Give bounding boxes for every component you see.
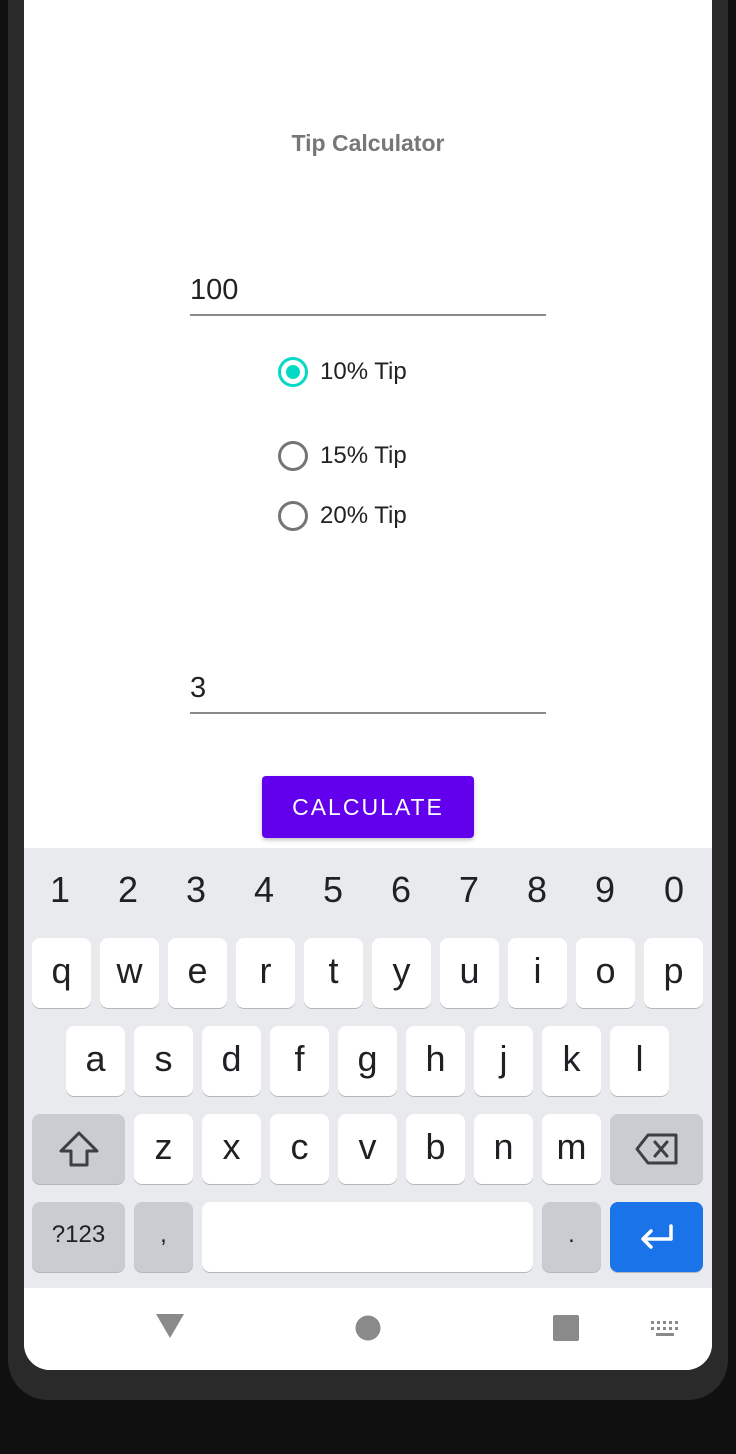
symbols-key[interactable]: ?123: [32, 1202, 125, 1272]
key-t[interactable]: t: [304, 938, 363, 1008]
key-q[interactable]: q: [32, 938, 91, 1008]
key-z[interactable]: z: [134, 1114, 193, 1184]
key-6[interactable]: 6: [367, 848, 435, 932]
radio-checked-icon[interactable]: [278, 357, 308, 387]
radio-unchecked-icon[interactable]: [278, 501, 308, 531]
app-screen: Tip Calculator 10% Tip 15% Tip 20% Tip C…: [24, 0, 712, 1370]
shift-key[interactable]: [32, 1114, 125, 1184]
key-i[interactable]: i: [508, 938, 567, 1008]
key-l[interactable]: l: [610, 1026, 669, 1096]
key-4[interactable]: 4: [230, 848, 298, 932]
people-count-field[interactable]: [190, 666, 546, 714]
enter-key[interactable]: [610, 1202, 703, 1272]
soft-keyboard: 1 2 3 4 5 6 7 8 9 0 q w e r t y u i o p …: [24, 848, 712, 1288]
key-9[interactable]: 9: [571, 848, 639, 932]
key-u[interactable]: u: [440, 938, 499, 1008]
people-count-input[interactable]: [190, 666, 546, 710]
key-3[interactable]: 3: [162, 848, 230, 932]
backspace-key[interactable]: [610, 1114, 703, 1184]
space-key[interactable]: [202, 1202, 533, 1272]
key-n[interactable]: n: [474, 1114, 533, 1184]
app-title: Tip Calculator: [291, 130, 445, 156]
key-o[interactable]: o: [576, 938, 635, 1008]
key-5[interactable]: 5: [299, 848, 367, 932]
key-s[interactable]: s: [134, 1026, 193, 1096]
key-b[interactable]: b: [406, 1114, 465, 1184]
comma-key[interactable]: ,: [134, 1202, 193, 1272]
tip-option-label: 20% Tip: [320, 502, 407, 529]
key-x[interactable]: x: [202, 1114, 261, 1184]
shift-icon: [59, 1131, 98, 1167]
period-key[interactable]: .: [542, 1202, 601, 1272]
key-h[interactable]: h: [406, 1026, 465, 1096]
key-d[interactable]: d: [202, 1026, 261, 1096]
key-8[interactable]: 8: [503, 848, 571, 932]
key-2[interactable]: 2: [94, 848, 162, 932]
back-triangle-icon[interactable]: [154, 1312, 186, 1340]
calculate-button[interactable]: CALCULATE: [262, 776, 474, 838]
key-7[interactable]: 7: [435, 848, 503, 932]
tip-option-label: 15% Tip: [320, 442, 407, 469]
key-c[interactable]: c: [270, 1114, 329, 1184]
tip-option-10[interactable]: 10% Tip: [278, 352, 407, 392]
radio-unchecked-icon[interactable]: [278, 441, 308, 471]
key-r[interactable]: r: [236, 938, 295, 1008]
tip-option-label: 10% Tip: [320, 358, 407, 385]
key-0[interactable]: 0: [640, 848, 708, 932]
key-k[interactable]: k: [542, 1026, 601, 1096]
backspace-icon: [635, 1133, 677, 1165]
key-e[interactable]: e: [168, 938, 227, 1008]
key-p[interactable]: p: [644, 938, 703, 1008]
key-y[interactable]: y: [372, 938, 431, 1008]
key-w[interactable]: w: [100, 938, 159, 1008]
key-g[interactable]: g: [338, 1026, 397, 1096]
enter-icon: [640, 1224, 673, 1250]
key-j[interactable]: j: [474, 1026, 533, 1096]
key-m[interactable]: m: [542, 1114, 601, 1184]
key-v[interactable]: v: [338, 1114, 397, 1184]
tip-option-20[interactable]: 20% Tip: [278, 496, 407, 536]
navigation-bar: [24, 1288, 712, 1370]
tip-option-15[interactable]: 15% Tip: [278, 436, 407, 476]
key-f[interactable]: f: [270, 1026, 329, 1096]
bill-amount-input[interactable]: [190, 268, 546, 312]
recents-square-icon[interactable]: [552, 1314, 580, 1342]
key-a[interactable]: a: [66, 1026, 125, 1096]
home-circle-icon[interactable]: [354, 1314, 382, 1342]
key-1[interactable]: 1: [26, 848, 94, 932]
keyboard-switch-icon[interactable]: [650, 1320, 680, 1338]
bill-amount-field[interactable]: [190, 268, 546, 316]
keyboard-number-row: 1 2 3 4 5 6 7 8 9 0: [24, 848, 712, 932]
